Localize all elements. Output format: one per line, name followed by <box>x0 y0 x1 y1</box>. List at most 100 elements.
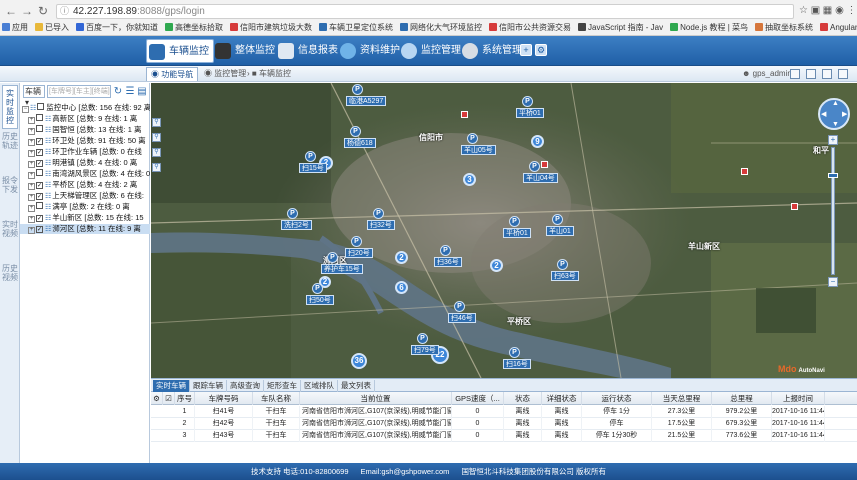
vehicle-label[interactable]: 扫46号 <box>448 313 476 323</box>
tree-checkbox[interactable]: ✓ <box>36 193 43 200</box>
expand-icon[interactable]: + <box>28 205 35 212</box>
vehicle-label[interactable]: 临港A5297 <box>346 96 387 106</box>
user-display[interactable]: ☻ gps_admin <box>742 67 792 81</box>
extension-icon[interactable]: ◉ <box>834 4 845 17</box>
vehicle-label[interactable]: 洗扫2号 <box>281 220 312 230</box>
module-reports[interactable]: 信息报表 <box>276 39 338 63</box>
vehicle-marker-icon[interactable]: P <box>287 208 298 219</box>
chart-icon[interactable]: ▤ <box>137 85 147 98</box>
tree-node[interactable]: + ✓ ☷环卫作业车辆 [总数: 0 在线 <box>20 147 150 157</box>
zoom-slider[interactable]: + − <box>828 135 838 290</box>
tree-checkbox[interactable] <box>36 125 43 132</box>
zoom-track[interactable] <box>831 147 835 275</box>
tree-checkbox[interactable] <box>36 169 43 176</box>
vehicle-marker-icon[interactable]: P <box>557 259 568 270</box>
bookmark-item[interactable]: AngularJS 教程 | 菜鸟 <box>820 21 857 35</box>
toolbar-icon[interactable] <box>838 69 848 79</box>
reload-icon[interactable]: ↻ <box>36 4 50 18</box>
url-field[interactable]: ⓘ 42.227.198.89:8088/gps/login <box>56 4 794 19</box>
map-view[interactable]: ⚲ ⚲ ⚲ ⚲ 信阳市 羊山新区 浉河区 平桥区 和平 29322623622 … <box>151 83 857 378</box>
vehicle-label[interactable]: 杨德618 <box>344 138 376 148</box>
tree-search-input[interactable]: [车牌号][车主][终端] <box>47 85 111 98</box>
vehicle-marker-icon[interactable]: P <box>552 214 563 225</box>
vehicle-label[interactable]: 扫79号 <box>411 345 439 355</box>
tree-node[interactable]: + ☷南湾湖风景区 [总数: 4 在线: 0 <box>20 169 150 179</box>
extension-icon[interactable]: ▣ <box>810 4 821 17</box>
bookmark-item[interactable]: 车辆卫星定位系统 <box>319 21 393 35</box>
select-all-checkbox[interactable]: ☑ <box>163 392 175 405</box>
expand-icon[interactable]: + <box>28 161 35 168</box>
bottom-tab[interactable]: 矩形查车 <box>264 380 301 392</box>
vehicle-marker-icon[interactable]: P <box>509 216 520 227</box>
tree-node[interactable]: + ✓ ☷平桥区 [总数: 4 在线: 2 离 <box>20 180 150 190</box>
cluster-marker[interactable]: 2 <box>490 259 503 272</box>
bookmark-item[interactable]: Node.js 教程 | 菜鸟 <box>670 21 748 35</box>
column-header[interactable]: 序号 <box>175 392 195 405</box>
column-header[interactable]: 总里程 <box>712 392 772 405</box>
bottom-tab[interactable]: 高级查询 <box>227 380 264 392</box>
toolbar-icon[interactable] <box>790 69 800 79</box>
tree-node[interactable]: + ✓ ☷环卫处 [总数: 91 在线: 50 离 <box>20 136 150 146</box>
expand-icon[interactable]: + <box>28 139 35 146</box>
pan-right-icon[interactable]: ▶ <box>842 110 847 118</box>
measure-icon[interactable]: ⚲ <box>152 133 161 142</box>
tree-checkbox[interactable]: ✓ <box>36 182 43 189</box>
tree-node[interactable]: + ✓ ☷羊山新区 [总数: 15 在线: 15 <box>20 213 150 223</box>
expand-icon[interactable]: + <box>28 183 35 190</box>
vehicle-label[interactable]: 平桥01 <box>503 228 531 238</box>
add-icon[interactable]: + <box>520 44 532 56</box>
vehicle-marker-icon[interactable]: P <box>352 84 363 95</box>
tree-node[interactable]: + ✓ ☷明港镇 [总数: 4 在线: 0 离 <box>20 158 150 168</box>
zoom-in-icon[interactable]: ⚲ <box>152 118 161 127</box>
tree-checkbox[interactable]: ✓ <box>36 226 43 233</box>
vehicle-marker-icon[interactable]: P <box>350 126 361 137</box>
vehicle-label[interactable]: 扫32号 <box>367 220 395 230</box>
bookmark-item[interactable]: 已导入 <box>35 21 69 35</box>
bookmark-item[interactable]: 高德坐标拾取 <box>165 21 223 35</box>
column-header[interactable]: 状态 <box>504 392 542 405</box>
tree-node[interactable]: + ☷国智恒 [总数: 13 在线: 1 离 <box>20 125 150 135</box>
tab-history-video[interactable]: 历史视频 <box>2 261 18 285</box>
zoom-in-button[interactable]: + <box>828 135 838 145</box>
pan-icon[interactable]: ⚲ <box>152 148 161 157</box>
tree-node[interactable]: + ✓ ☷上天梯管理区 [总数: 6 在线: <box>20 191 150 201</box>
layers-icon[interactable]: ⚲ <box>152 163 161 172</box>
expand-icon[interactable]: + <box>28 128 35 135</box>
tab-command-send[interactable]: 报令下发 <box>2 173 18 197</box>
tab-realtime-video[interactable]: 实时视频 <box>2 217 18 241</box>
module-vehicle-monitor[interactable]: 车辆监控 <box>146 39 214 63</box>
expand-icon[interactable]: + <box>28 227 35 234</box>
zoom-thumb[interactable] <box>828 173 838 178</box>
column-header[interactable]: 运行状态 <box>582 392 652 405</box>
tree-checkbox[interactable]: ✓ <box>36 215 43 222</box>
vehicle-marker-icon[interactable]: P <box>373 208 384 219</box>
vehicle-label[interactable]: 平桥01 <box>516 108 544 118</box>
bottom-tab[interactable]: 区域排队 <box>301 380 338 392</box>
tree-checkbox[interactable] <box>36 114 43 121</box>
cluster-marker[interactable]: 2 <box>395 251 408 264</box>
vehicle-label[interactable]: 扫63号 <box>551 271 579 281</box>
tree-checkbox[interactable] <box>36 202 43 209</box>
bookmark-item[interactable]: 抽取坐标系统 <box>755 21 813 35</box>
forward-icon[interactable]: → <box>20 4 34 18</box>
pan-down-icon[interactable]: ▼ <box>832 121 839 128</box>
table-row[interactable]: 2 扫42号 干扫车 河南省信阳市浉河区,G107(京深线),明威节能门窗... 0 离线… <box>151 418 857 430</box>
menu-icon[interactable]: ⋮ <box>846 4 857 17</box>
breadcrumb-vehicle-monitor[interactable]: › ■ 车辆监控 <box>247 67 291 81</box>
vehicle-marker-icon[interactable]: P <box>440 245 451 256</box>
info-icon[interactable]: ⓘ <box>60 5 69 18</box>
cluster-marker[interactable]: 6 <box>395 281 408 294</box>
tab-function-nav[interactable]: ◉ 功能导航 <box>146 67 199 81</box>
expand-icon[interactable]: + <box>28 172 35 179</box>
tree-node[interactable]: + ☷高新区 [总数: 9 在线: 1 离 <box>20 114 150 124</box>
vehicle-marker-icon[interactable]: P <box>529 161 540 172</box>
tree-checkbox[interactable]: ✓ <box>36 138 43 145</box>
tree-node[interactable]: + ☷满亭 [总数: 2 在线: 0 离 <box>20 202 150 212</box>
tree-checkbox[interactable] <box>37 103 45 110</box>
back-icon[interactable]: ← <box>4 4 18 18</box>
vehicle-label[interactable]: 扫16号 <box>503 359 531 369</box>
search-type-select[interactable]: 车辆▾ <box>23 85 45 107</box>
refresh-icon[interactable]: ↻ <box>113 85 123 98</box>
cluster-marker[interactable]: 9 <box>531 135 544 148</box>
zoom-out-button[interactable]: − <box>828 277 838 287</box>
